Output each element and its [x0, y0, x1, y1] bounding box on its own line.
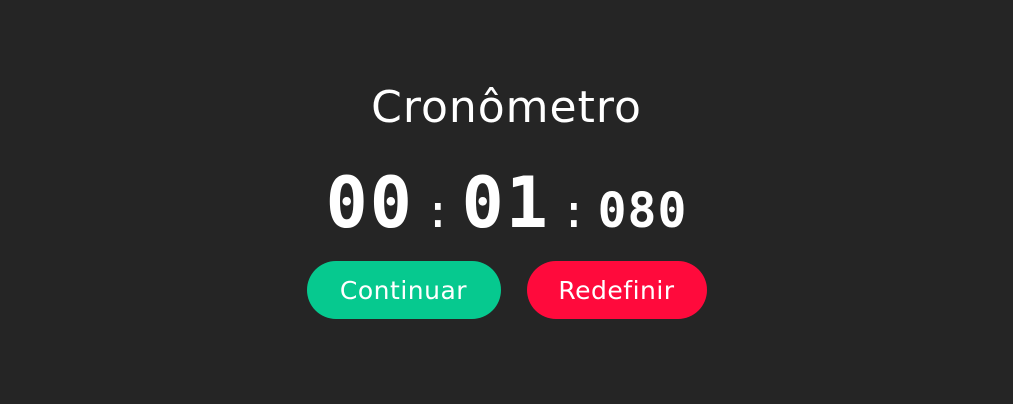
timer-minutes: 00 — [325, 162, 414, 244]
timer-separator: : — [423, 184, 452, 238]
continue-button[interactable]: Continuar — [306, 261, 501, 319]
reset-button[interactable]: Redefinir — [526, 261, 707, 319]
page-title: Cronômetro — [371, 82, 642, 133]
stopwatch-app: Cronômetro 00:01:080 Continuar Redefinir — [0, 0, 1013, 404]
timer-seconds: 01 — [461, 162, 550, 244]
timer-milliseconds: 080 — [597, 183, 688, 239]
timer-controls: Continuar Redefinir — [0, 261, 1013, 319]
timer-separator: : — [559, 184, 588, 238]
timer-display: 00:01:080 — [0, 166, 1013, 240]
